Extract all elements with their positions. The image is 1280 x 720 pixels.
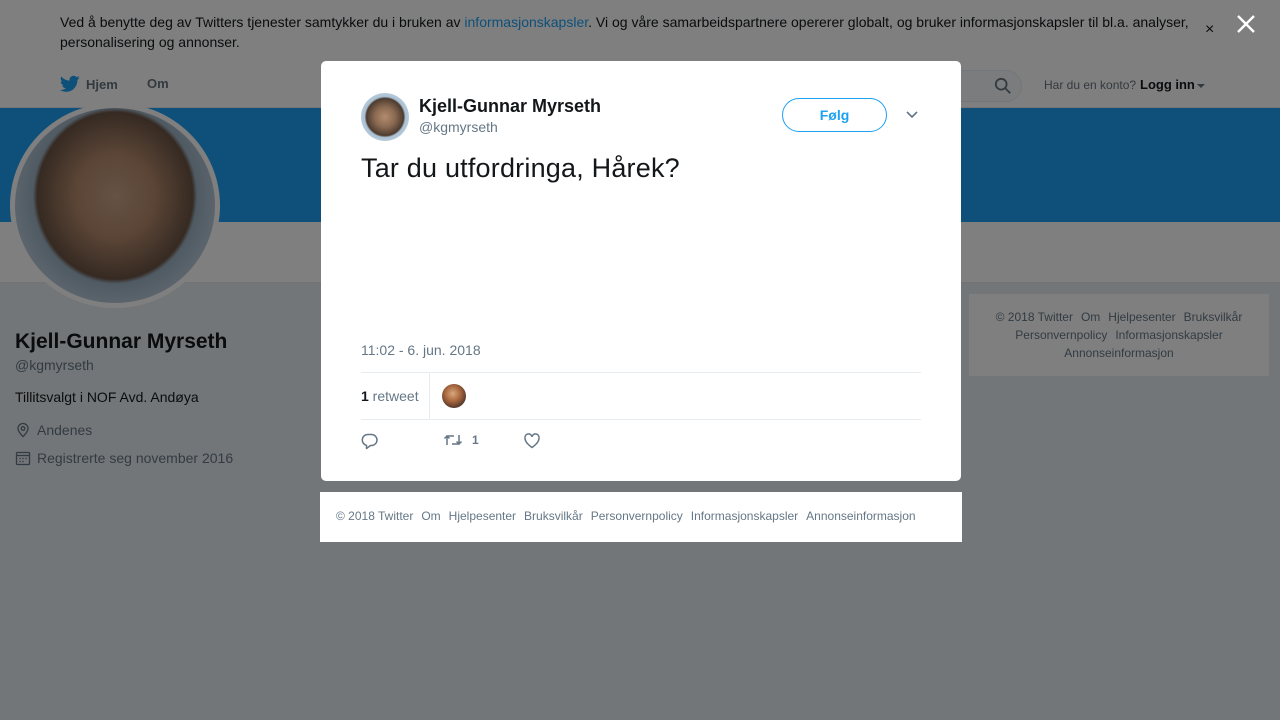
stats-divider [429, 373, 430, 419]
footer-link[interactable]: © 2018 Twitter [336, 509, 413, 523]
tweet-stats: 1 retweet [361, 372, 921, 420]
retweet-count: 1 [361, 388, 369, 404]
modal-footer: © 2018 Twitter Om Hjelpesenter Bruksvilkår P… [320, 492, 962, 542]
tweet-author-handle[interactable]: @kgmyrseth [419, 119, 498, 135]
footer-link[interactable]: Om [421, 509, 440, 523]
tweet-modal: Kjell-Gunnar Myrseth @kgmyrseth Følg Tar… [321, 61, 961, 481]
retweeter-avatar[interactable] [442, 384, 466, 408]
retweet-action-count: 1 [472, 433, 479, 447]
footer-link[interactable]: Annonseinformasjon [806, 509, 915, 523]
tweet-timestamp[interactable]: 11:02 - 6. jun. 2018 [361, 342, 481, 358]
footer-link[interactable]: Hjelpesenter [449, 509, 516, 523]
follow-button[interactable]: Følg [782, 98, 887, 132]
footer-link[interactable]: Personvernpolicy [591, 509, 683, 523]
footer-link[interactable]: Bruksvilkår [524, 509, 583, 523]
reply-icon [361, 433, 378, 450]
chevron-down-icon[interactable] [905, 109, 919, 119]
reply-button[interactable] [361, 432, 379, 450]
tweet-text: Tar du utfordringa, Hårek? [361, 153, 680, 183]
retweet-icon [443, 434, 463, 446]
like-heart-icon [524, 433, 540, 449]
retweet-stat[interactable]: 1 retweet [361, 388, 419, 404]
like-button[interactable] [523, 432, 541, 450]
footer-link[interactable]: Informasjonskapsler [691, 509, 798, 523]
tweet-author-avatar[interactable] [361, 93, 409, 141]
close-icon[interactable] [1234, 12, 1258, 36]
retweet-button[interactable]: 1 [443, 432, 479, 448]
tweet-author-name[interactable]: Kjell-Gunnar Myrseth [419, 96, 601, 117]
retweet-label: retweet [368, 388, 419, 404]
